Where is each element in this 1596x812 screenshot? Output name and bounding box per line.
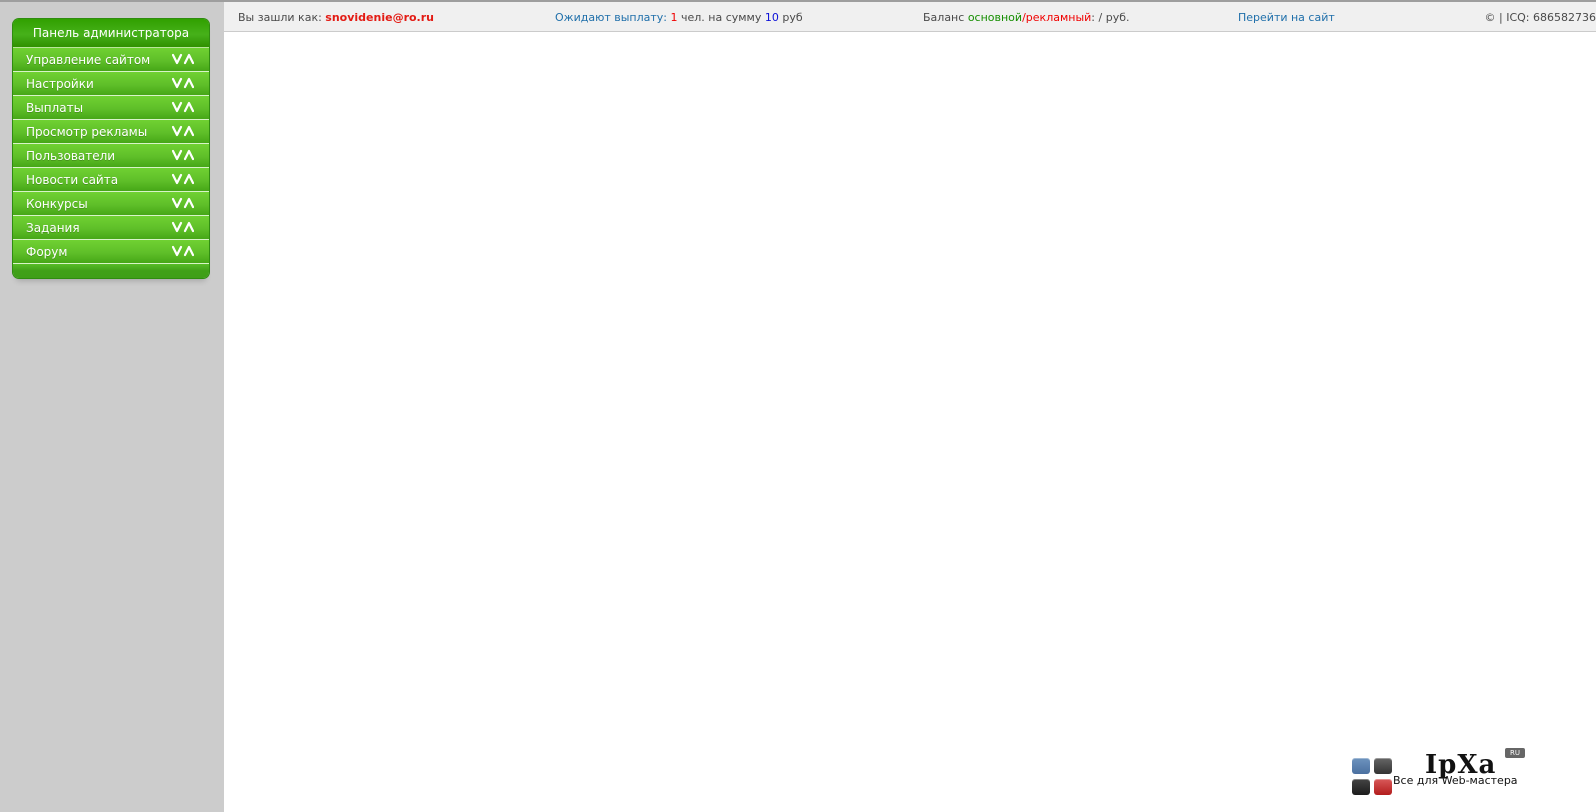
user-email: snovidenie@ro.ru: [325, 11, 434, 24]
menu-item-label: Пользователи: [26, 148, 116, 163]
menu-item-label: Конкурсы: [26, 196, 88, 211]
menu-item-label: Задания: [26, 220, 80, 235]
logged-in-info: Вы зашли как: snovidenie@ro.ru: [238, 11, 434, 24]
pending-payouts-link[interactable]: Ожидают выплату:: [555, 11, 667, 24]
menu-item-label: Управление сайтом: [26, 52, 151, 67]
expand-collapse-icon: [172, 53, 194, 65]
pending-payouts-currency: руб: [782, 11, 803, 24]
expand-collapse-icon: [172, 245, 194, 257]
go-to-site-label: Перейти на сайт: [1238, 11, 1335, 24]
menu-item-site-news[interactable]: Новости сайта: [13, 168, 209, 192]
ipxa-logo: IpXa RU Все для Web-мастера: [1352, 748, 1544, 812]
logo-square-gray: [1374, 758, 1392, 774]
expand-collapse-icon: [172, 149, 194, 161]
logo-square-black: [1352, 779, 1370, 795]
balance-values: / руб.: [1098, 11, 1130, 24]
balance-prefix: Баланс: [923, 11, 965, 24]
balance-colon: :: [1091, 11, 1096, 24]
logo-square-red: [1374, 779, 1392, 795]
admin-menu-footer: [13, 264, 209, 271]
go-to-site-link[interactable]: Перейти на сайт: [1238, 11, 1335, 24]
admin-menu-title: Панель администратора: [13, 19, 209, 48]
top-info-bar: Вы зашли как: snovidenie@ro.ru Ожидают в…: [224, 2, 1596, 32]
menu-item-label: Настройки: [26, 76, 94, 91]
pending-payouts-middle: чел. на сумму: [680, 11, 762, 24]
logged-in-prefix: Вы зашли как:: [238, 11, 322, 24]
balance-info: Баланс основной/рекламный: / руб.: [923, 11, 1130, 24]
logo-square-blue: [1352, 758, 1370, 774]
menu-item-site-management[interactable]: Управление сайтом: [13, 48, 209, 72]
expand-collapse-icon: [172, 221, 194, 233]
menu-item-label: Форум: [26, 244, 68, 259]
menu-item-label: Просмотр рекламы: [26, 124, 148, 139]
expand-collapse-icon: [172, 197, 194, 209]
menu-item-settings[interactable]: Настройки: [13, 72, 209, 96]
expand-collapse-icon: [172, 101, 194, 113]
pending-payouts-amount: 10: [764, 11, 779, 24]
expand-collapse-icon: [172, 77, 194, 89]
pending-payouts-info: Ожидают выплату: 1 чел. на сумму 10 руб: [555, 11, 803, 24]
menu-item-ad-views[interactable]: Просмотр рекламы: [13, 120, 209, 144]
pending-payouts-count: 1: [670, 11, 678, 24]
menu-item-label: Выплаты: [26, 100, 84, 115]
menu-item-forum[interactable]: Форум: [13, 240, 209, 264]
menu-item-users[interactable]: Пользователи: [13, 144, 209, 168]
menu-item-label: Новости сайта: [26, 172, 119, 187]
logo-subtitle: Все для Web-мастера: [1393, 774, 1518, 787]
menu-item-tasks[interactable]: Задания: [13, 216, 209, 240]
sidebar: Панель администратора Управление сайтом …: [0, 2, 224, 812]
menu-item-contests[interactable]: Конкурсы: [13, 192, 209, 216]
copyright-info: © | ICQ: 686582736: [1484, 11, 1596, 24]
expand-collapse-icon: [172, 125, 194, 137]
admin-menu: Панель администратора Управление сайтом …: [13, 19, 209, 278]
balance-ads-label: рекламный: [1025, 11, 1092, 24]
logo-badge: RU: [1505, 748, 1525, 758]
balance-main-label: основной: [967, 11, 1023, 24]
menu-item-payouts[interactable]: Выплаты: [13, 96, 209, 120]
expand-collapse-icon: [172, 173, 194, 185]
